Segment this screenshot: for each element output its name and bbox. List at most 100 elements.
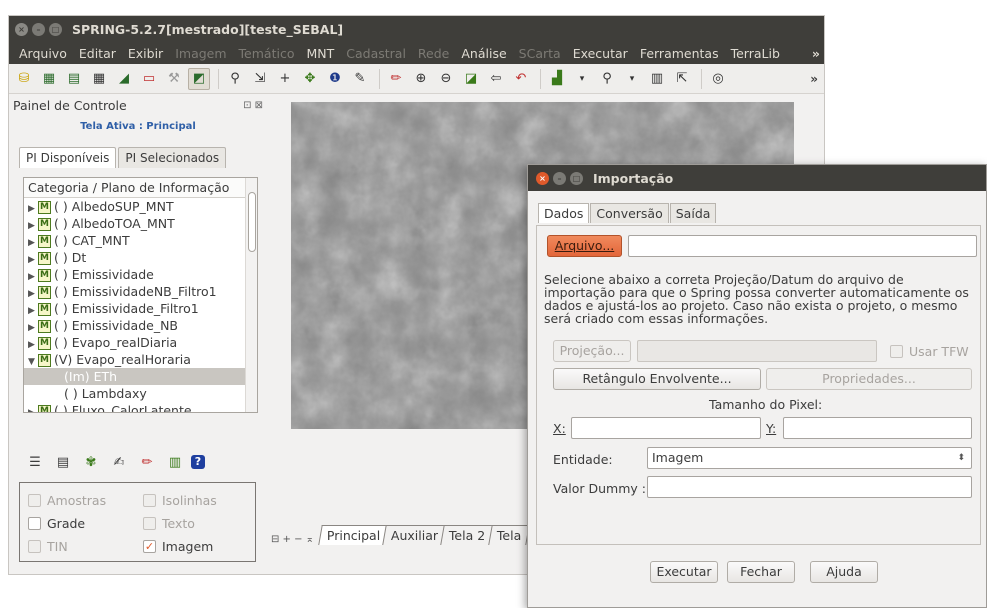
menu-rede[interactable]: Rede [412,46,455,61]
toolbar-overflow-icon[interactable]: » [810,72,818,86]
dialog-minimize-icon[interactable]: – [553,171,566,185]
isolinhas-checkbox[interactable]: Isolinhas [143,493,217,508]
menu-ferramentas[interactable]: Ferramentas [634,46,725,61]
checkbox-box[interactable] [890,345,903,358]
grade-checkbox[interactable]: Grade [28,516,85,531]
tree-item[interactable]: ▶ M( ) CAT_MNT [24,232,257,249]
valor-dummy-input[interactable] [647,476,972,498]
tab-dados[interactable]: Dados [538,203,590,223]
dropdown-icon[interactable]: ▾ [621,68,643,90]
menu-editar[interactable]: Editar [73,46,122,61]
tab-tela[interactable]: Tela [487,525,530,545]
menu-imagem[interactable]: Imagem [169,46,232,61]
zoom-in-icon[interactable]: ⊕ [410,68,432,90]
pencil-icon[interactable]: ✏ [385,68,407,90]
tab-conversao[interactable]: Conversão [590,203,669,223]
category-icon[interactable]: ▤ [63,68,85,90]
entidade-select[interactable]: Imagem ⬍ [647,447,972,469]
tree-item[interactable]: ▶ M( ) Evapo_realDiaria [24,334,257,351]
menu-exibir[interactable]: Exibir [122,46,169,61]
back-icon[interactable]: ⇦ [485,68,507,90]
ajuda-button[interactable]: Ajuda [810,561,878,583]
pixel-x-input[interactable] [571,417,761,439]
help-icon[interactable]: ? [191,455,205,469]
menu-scarta[interactable]: SCarta [513,46,567,61]
checkbox-box[interactable] [143,517,156,530]
checkbox-box[interactable] [28,540,41,553]
edit-icon[interactable]: ✍ [107,455,131,470]
expand-arrow-icon[interactable]: ▶ [28,405,38,412]
book-icon[interactable]: ▥ [163,455,187,470]
zoom-out-icon[interactable]: ⊖ [435,68,457,90]
pan-icon[interactable]: ✥ [299,68,321,90]
visual-icon[interactable]: ✾ [79,455,103,470]
zoom-level-icon[interactable]: ⚲ [596,68,618,90]
cursor-plus-icon[interactable]: ⇱ [671,68,693,90]
zoom-icon[interactable]: ⚲ [224,68,246,90]
checkbox-box[interactable] [28,494,41,507]
histogram-icon[interactable]: ▥ [646,68,668,90]
tree-child-selected[interactable]: (Im) ETh [24,368,257,385]
dialog-close-icon[interactable]: × [536,171,549,185]
tab-pi-selecionados[interactable]: PI Selecionados [118,147,227,168]
maximize-window-icon[interactable]: □ [49,22,62,36]
tab-principal[interactable]: Principal [318,525,390,545]
amostras-checkbox[interactable]: Amostras [28,493,106,508]
graph-icon[interactable]: ◩ [188,67,210,90]
menu-arquivo[interactable]: Arquivo [13,46,73,61]
menu-overflow-icon[interactable]: » [806,46,824,61]
layers-icon[interactable]: ▟ [546,68,568,90]
collapse-arrow-icon[interactable]: ▼ [28,354,38,371]
project-icon[interactable]: ▦ [38,68,60,90]
scrollbar-thumb[interactable] [248,192,256,252]
propriedades-button[interactable]: Propriedades... [766,368,972,390]
info-icon[interactable]: ❶ [324,68,346,90]
checkbox-box[interactable] [143,494,156,507]
usar-tfw-checkbox[interactable]: Usar TFW [890,344,969,359]
minimize-window-icon[interactable]: – [32,22,45,36]
close-window-icon[interactable]: × [15,22,28,36]
database-icon[interactable]: ⛁ [13,68,35,90]
pixel-y-input[interactable] [783,417,972,439]
cursor-icon[interactable]: ⇲ [249,68,271,90]
tree-item[interactable]: ▶ M( ) EmissividadeNB_Filtro1 [24,283,257,300]
retangulo-envolvente-button[interactable]: Retângulo Envolvente... [553,368,761,390]
tab-saida[interactable]: Saída [669,203,717,223]
tab-auxiliar[interactable]: Auxiliar [382,525,448,545]
menu-cadastral[interactable]: Cadastral [340,46,412,61]
menu-analise[interactable]: Análise [455,46,512,61]
projecao-field[interactable] [637,340,877,362]
panel-float-close-icon[interactable]: ⊡ ⊠ [243,100,263,111]
undo-icon[interactable]: ↶ [510,68,532,90]
tree-item[interactable]: ▶ M( ) AlbedoSUP_MNT [24,198,257,215]
tree-item[interactable]: ▶ M( ) Emissividade [24,266,257,283]
checkbox-box[interactable] [28,517,41,530]
screen-tab-controls-icon[interactable]: ⊟ + − ⌅ [271,534,314,545]
table-icon[interactable]: ▤ [51,455,75,470]
tree-item[interactable]: ▶ M( ) Emissividade_Filtro1 [24,300,257,317]
rectangle-icon[interactable]: ▭ [138,68,160,90]
grid-icon[interactable]: ▦ [88,68,110,90]
tab-pi-disponiveis[interactable]: PI Disponíveis [19,147,117,168]
tree-scrollbar[interactable] [245,178,257,412]
tree-item[interactable]: ▶ M( ) Fluxo_CalorLatente [24,402,257,412]
menu-executar[interactable]: Executar [567,46,634,61]
tool-icon[interactable]: ⚒ [163,68,185,90]
menu-terralib[interactable]: TerraLib [725,46,786,61]
texto-checkbox[interactable]: Texto [143,516,195,531]
palette-icon[interactable]: ◎ [707,68,729,90]
tab-tela-2[interactable]: Tela 2 [440,525,495,545]
tree-item[interactable]: ▶ M( ) Dt [24,249,257,266]
area-icon[interactable]: ◪ [460,68,482,90]
checkbox-checked-icon[interactable]: ✓ [143,540,156,553]
fechar-button[interactable]: Fechar [727,561,795,583]
dropdown-icon[interactable]: ▾ [571,68,593,90]
tin-checkbox[interactable]: TIN [28,539,68,554]
menu-tematico[interactable]: Temático [233,46,301,61]
tree-child[interactable]: ( ) Lambdaxy [24,385,257,402]
menu-mnt[interactable]: MNT [300,46,340,61]
imagem-checkbox[interactable]: ✓ Imagem [143,539,213,554]
dialog-maximize-icon[interactable]: □ [570,171,583,185]
tree-item[interactable]: ▶ M( ) Emissividade_NB [24,317,257,334]
tree-item[interactable]: ▶ M( ) AlbedoTOA_MNT [24,215,257,232]
